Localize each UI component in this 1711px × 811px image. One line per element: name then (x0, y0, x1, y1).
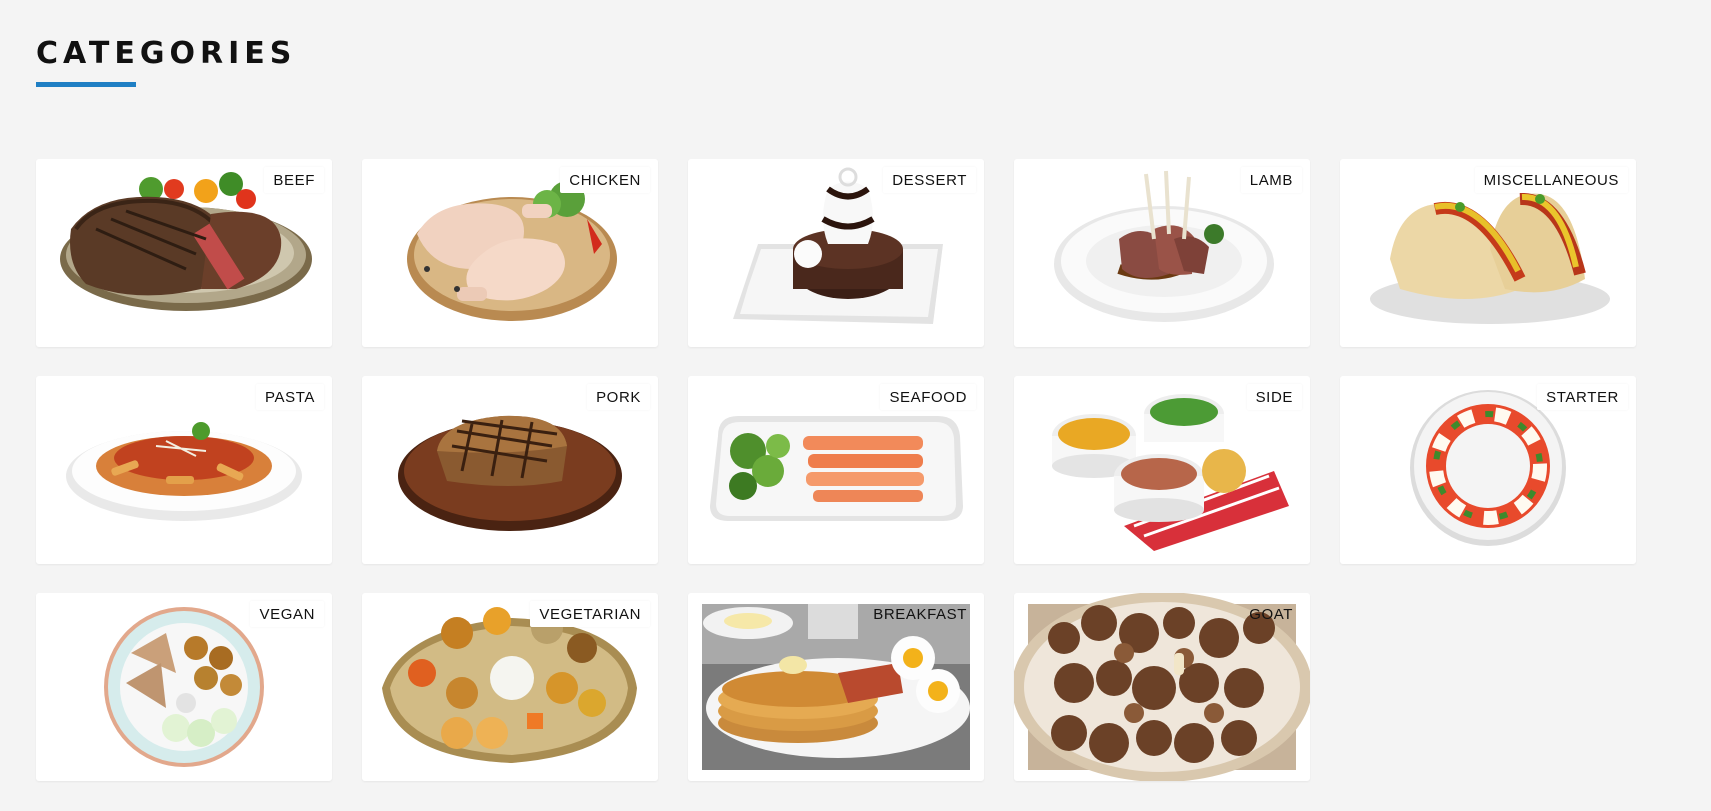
category-label: SEAFOOD (880, 384, 976, 410)
category-card-vegetarian[interactable]: VEGETARIAN (362, 593, 658, 781)
category-card-breakfast[interactable]: BREAKFAST (688, 593, 984, 781)
category-label: PORK (587, 384, 650, 410)
category-label: SIDE (1246, 384, 1302, 410)
category-label: LAMB (1240, 167, 1302, 193)
category-card-miscellaneous[interactable]: MISCELLANEOUS (1340, 159, 1636, 347)
category-card-goat[interactable]: GOAT (1014, 593, 1310, 781)
page-title: CATEGORIES (36, 36, 297, 71)
category-label: VEGAN (250, 601, 324, 627)
category-card-side[interactable]: SIDE (1014, 376, 1310, 564)
category-label: DESSERT (883, 167, 976, 193)
category-card-pasta[interactable]: PASTA (36, 376, 332, 564)
category-label: GOAT (1249, 606, 1293, 623)
category-label: STARTER (1537, 384, 1628, 410)
category-label: CHICKEN (560, 167, 650, 193)
category-label: PASTA (256, 384, 324, 410)
category-card-seafood[interactable]: SEAFOOD (688, 376, 984, 564)
category-card-lamb[interactable]: LAMB (1014, 159, 1310, 347)
page-header: CATEGORIES (36, 34, 296, 87)
category-label: BREAKFAST (873, 606, 967, 623)
category-card-pork[interactable]: PORK (362, 376, 658, 564)
category-label: BEEF (264, 167, 324, 193)
category-card-chicken[interactable]: CHICKEN (362, 159, 658, 347)
category-card-dessert[interactable]: DESSERT (688, 159, 984, 347)
category-card-starter[interactable]: STARTER (1340, 376, 1636, 564)
category-grid: BEEF CHICKEN DESSERT LAMB MISCELLANEOUS … (36, 159, 1636, 781)
title-underline (36, 82, 136, 87)
category-card-beef[interactable]: BEEF (36, 159, 332, 347)
category-card-vegan[interactable]: VEGAN (36, 593, 332, 781)
category-label: VEGETARIAN (530, 601, 650, 627)
category-label: MISCELLANEOUS (1474, 167, 1628, 193)
